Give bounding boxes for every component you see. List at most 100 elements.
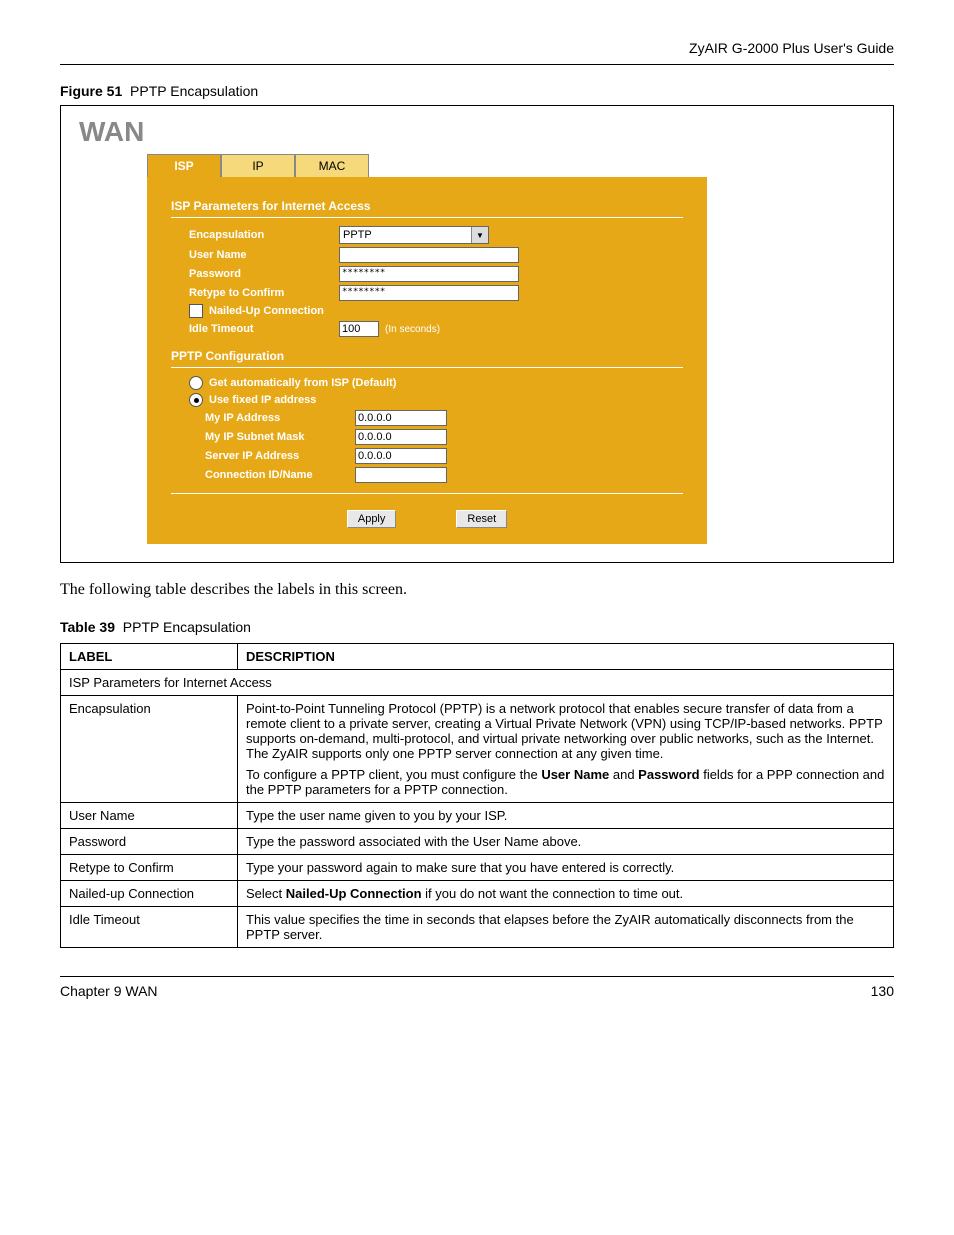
nailed-checkbox[interactable]: [189, 304, 203, 318]
label-conn-id: Connection ID/Name: [205, 469, 355, 481]
form-body: ISP Parameters for Internet Access Encap…: [147, 177, 707, 544]
app-panel: ISP IP MAC ISP Parameters for Internet A…: [147, 154, 707, 544]
row-nailed: Nailed-Up Connection: [189, 304, 683, 318]
my-ip-input[interactable]: [355, 410, 447, 426]
td-desc: Type the password associated with the Us…: [238, 829, 894, 855]
desc-text: To configure a PPTP client, you must con…: [246, 767, 541, 782]
label-retype: Retype to Confirm: [189, 287, 339, 299]
row-radio-auto: Get automatically from ISP (Default): [189, 376, 683, 390]
header-rule: [60, 64, 894, 65]
radio-dot-icon: [194, 398, 199, 403]
desc-text: if you do not want the connection to tim…: [422, 886, 684, 901]
idle-input[interactable]: [339, 321, 379, 337]
dropdown-arrow-icon: ▼: [471, 227, 488, 243]
body-paragraph: The following table describes the labels…: [60, 581, 894, 599]
table-label: Table 39: [60, 619, 115, 635]
server-ip-input[interactable]: [355, 448, 447, 464]
td-desc: Type the user name given to you by your …: [238, 803, 894, 829]
desc-p1: Point-to-Point Tunneling Protocol (PPTP)…: [246, 701, 885, 761]
row-radio-fixed: Use fixed IP address: [189, 393, 683, 407]
button-row: Apply Reset: [171, 510, 683, 528]
my-subnet-input[interactable]: [355, 429, 447, 445]
section-isp-heading: ISP Parameters for Internet Access: [171, 199, 683, 213]
table-row: Idle Timeout This value specifies the ti…: [61, 907, 894, 948]
row-retype: Retype to Confirm ********: [189, 285, 683, 301]
td-label: User Name: [61, 803, 238, 829]
figure-label: Figure 51: [60, 83, 122, 99]
label-my-ip: My IP Address: [205, 412, 355, 424]
label-idle: Idle Timeout: [189, 323, 339, 335]
section-divider-3: [171, 493, 683, 494]
td-desc: Select Nailed-Up Connection if you do no…: [238, 881, 894, 907]
radio-auto[interactable]: [189, 376, 203, 390]
table-row: Encapsulation Point-to-Point Tunneling P…: [61, 696, 894, 803]
label-radio-fixed: Use fixed IP address: [209, 394, 316, 406]
table-caption: Table 39 PPTP Encapsulation: [60, 619, 894, 635]
row-password: Password ********: [189, 266, 683, 282]
password-input[interactable]: ********: [339, 266, 519, 282]
row-encapsulation: Encapsulation PPTP ▼: [189, 226, 683, 244]
screenshot-frame: WAN ISP IP MAC ISP Parameters for Intern…: [60, 105, 894, 563]
label-my-subnet: My IP Subnet Mask: [205, 431, 355, 443]
desc-text: and: [609, 767, 638, 782]
description-table: LABEL DESCRIPTION ISP Parameters for Int…: [60, 643, 894, 948]
radio-fixed[interactable]: [189, 393, 203, 407]
doc-header-title: ZyAIR G-2000 Plus User's Guide: [60, 40, 894, 56]
td-desc: Type your password again to make sure th…: [238, 855, 894, 881]
tab-isp[interactable]: ISP: [147, 154, 221, 177]
desc-bold: Password: [638, 767, 699, 782]
row-my-ip: My IP Address: [205, 410, 683, 426]
table-row: Password Type the password associated wi…: [61, 829, 894, 855]
table-row: Retype to Confirm Type your password aga…: [61, 855, 894, 881]
td-label: Password: [61, 829, 238, 855]
table-title: PPTP Encapsulation: [123, 619, 251, 635]
desc-bold: Nailed-Up Connection: [286, 886, 422, 901]
section-divider-2: [171, 367, 683, 368]
row-username: User Name: [189, 247, 683, 263]
label-radio-auto: Get automatically from ISP (Default): [209, 377, 396, 389]
retype-input[interactable]: ********: [339, 285, 519, 301]
tab-ip[interactable]: IP: [221, 154, 295, 177]
td-label: Idle Timeout: [61, 907, 238, 948]
desc-bold: User Name: [541, 767, 609, 782]
td-label: Retype to Confirm: [61, 855, 238, 881]
footer-page-number: 130: [871, 983, 894, 999]
label-password: Password: [189, 268, 339, 280]
label-encapsulation: Encapsulation: [189, 229, 339, 241]
table-row: Nailed-up Connection Select Nailed-Up Co…: [61, 881, 894, 907]
page-footer: Chapter 9 WAN 130: [60, 976, 894, 999]
td-label: Encapsulation: [61, 696, 238, 803]
figure-caption: Figure 51 PPTP Encapsulation: [60, 83, 894, 99]
figure-title: PPTP Encapsulation: [130, 83, 258, 99]
footer-chapter: Chapter 9 WAN: [60, 983, 158, 999]
reset-button[interactable]: Reset: [456, 510, 507, 528]
idle-note: (In seconds): [385, 324, 440, 335]
tab-mac[interactable]: MAC: [295, 154, 369, 177]
label-nailed: Nailed-Up Connection: [209, 305, 324, 317]
label-server-ip: Server IP Address: [205, 450, 355, 462]
encapsulation-value: PPTP: [340, 229, 471, 241]
apply-button[interactable]: Apply: [347, 510, 397, 528]
row-server-ip: Server IP Address: [205, 448, 683, 464]
section-pptp-heading: PPTP Configuration: [171, 349, 683, 363]
table-row: User Name Type the user name given to yo…: [61, 803, 894, 829]
encapsulation-select[interactable]: PPTP ▼: [339, 226, 489, 244]
desc-text: Select: [246, 886, 286, 901]
td-desc: Point-to-Point Tunneling Protocol (PPTP)…: [238, 696, 894, 803]
tab-bar: ISP IP MAC: [147, 154, 707, 177]
td-label: Nailed-up Connection: [61, 881, 238, 907]
label-username: User Name: [189, 249, 339, 261]
conn-id-input[interactable]: [355, 467, 447, 483]
row-idle: Idle Timeout (In seconds): [189, 321, 683, 337]
th-desc: DESCRIPTION: [238, 644, 894, 670]
table-header-row: LABEL DESCRIPTION: [61, 644, 894, 670]
th-label: LABEL: [61, 644, 238, 670]
section-divider: [171, 217, 683, 218]
desc-p2: To configure a PPTP client, you must con…: [246, 767, 885, 797]
td-section: ISP Parameters for Internet Access: [61, 670, 894, 696]
username-input[interactable]: [339, 247, 519, 263]
row-conn-id: Connection ID/Name: [205, 467, 683, 483]
td-desc: This value specifies the time in seconds…: [238, 907, 894, 948]
table-section-row: ISP Parameters for Internet Access: [61, 670, 894, 696]
row-my-subnet: My IP Subnet Mask: [205, 429, 683, 445]
